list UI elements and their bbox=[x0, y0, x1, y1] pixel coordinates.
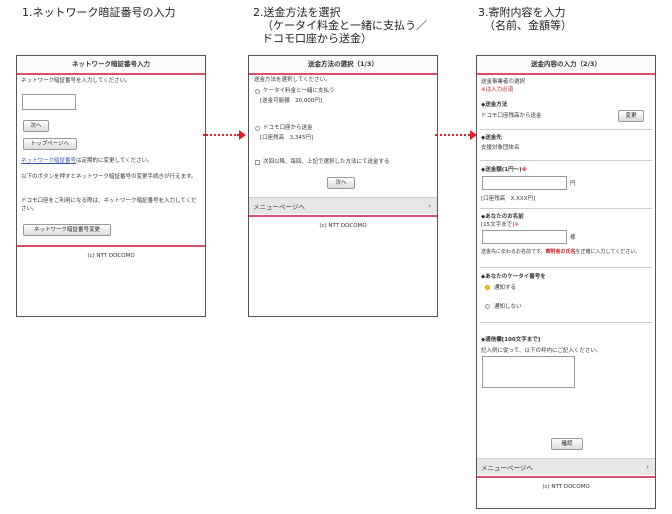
message-note: 記入例に従って、以下の枠内にご記入ください。 bbox=[481, 348, 602, 354]
screen3-rule-4 bbox=[480, 267, 652, 268]
name-limit-label: [15文字まで]※ bbox=[481, 221, 519, 229]
screen2-next-button[interactable]: 次へ bbox=[327, 177, 355, 189]
screen2-menu-link[interactable]: メニューページへ › bbox=[249, 198, 437, 214]
name-required-mark: ※ bbox=[514, 222, 519, 228]
screen1-header: ネットワーク暗証番号入力 bbox=[17, 56, 205, 75]
screen3-menu-link[interactable]: メニューページへ › bbox=[477, 459, 655, 475]
option2-detail: [口座残高 3,345円] bbox=[260, 135, 314, 141]
screen1-note2: ドコモ口座をご利用になる際は、ネットワーク暗証番号を入力してください。 bbox=[21, 198, 197, 212]
screen3-menu-label: メニューページへ bbox=[481, 464, 533, 472]
name-note: 送金先に伝わるお名前です。寄附者の氏名を正確に入力してください。 bbox=[481, 248, 655, 256]
name-note-suffix: を正確に入力してください。 bbox=[575, 249, 641, 255]
screen1-next-button[interactable]: 次へ bbox=[23, 120, 49, 132]
dest-value: 支援対象団体名 bbox=[481, 145, 520, 151]
screen3-rule-2 bbox=[480, 160, 652, 161]
notify-yes-radio[interactable] bbox=[485, 285, 490, 290]
amount-required-mark: ※ bbox=[521, 167, 527, 173]
option2-radio[interactable] bbox=[255, 126, 260, 131]
top-page-button[interactable]: トップページへ bbox=[23, 138, 77, 150]
screen2-footer-divider bbox=[249, 215, 437, 217]
dest-title: ◆送金先 bbox=[481, 135, 502, 141]
required-note: ※は入力必須 bbox=[481, 87, 514, 93]
phone-title: ◆あなたのケータイ番号を bbox=[481, 274, 546, 280]
password-link[interactable]: ネットワーク暗証番号 bbox=[21, 158, 76, 164]
screen1-instruction: ネットワーク暗証番号を入力してください。 bbox=[21, 78, 131, 84]
screen3-rule-3 bbox=[480, 208, 652, 209]
password-link-suffix: は定期的に変更してください。 bbox=[76, 158, 153, 164]
password-change-button[interactable]: ネットワーク暗証番号変更 bbox=[23, 224, 111, 236]
screen2-footer: (c) NTT DOCOMO bbox=[319, 223, 367, 229]
screen1-phone: ネットワーク暗証番号入力 ネットワーク暗証番号を入力してください。 次へ トップ… bbox=[16, 55, 206, 317]
step2-title: 2.送金方法を選択 bbox=[253, 6, 341, 19]
step2-subtitle-line1: （ケータイ料金と一緒に支払う／ bbox=[262, 19, 427, 32]
arrow-1-2 bbox=[203, 130, 247, 140]
method-title: ◆送金方法 bbox=[481, 102, 508, 108]
screen2-phone: 送金方法の選択（1/3） 送金方法を選択してください。 ケータイ料金と一緒に支払… bbox=[248, 55, 438, 317]
amount-input[interactable] bbox=[482, 176, 567, 190]
remember-checkbox[interactable] bbox=[255, 160, 260, 165]
screen2-chevron-right-icon: › bbox=[428, 202, 431, 210]
screen3-footer: (c) NTT DOCOMO bbox=[542, 484, 590, 490]
password-input[interactable] bbox=[22, 94, 76, 110]
screen3-rule-5 bbox=[480, 322, 652, 323]
balance-text: [口座残高 X,XXX円] bbox=[481, 196, 536, 202]
screen1-footer: (c) NTT DOCOMO bbox=[87, 253, 135, 259]
name-title: ◆あなたのお名前 bbox=[481, 214, 524, 220]
arrow-2-dots bbox=[435, 134, 470, 136]
option1-detail: [送金可能額 20,000円] bbox=[260, 98, 323, 104]
password-change-notice: ネットワーク暗証番号は定期的に変更してください。 bbox=[21, 157, 153, 165]
step3-subtitle: （名前、金額等） bbox=[484, 19, 572, 32]
notify-no-radio[interactable] bbox=[485, 304, 490, 309]
screen3-footer-divider bbox=[477, 476, 655, 478]
method-value: ドコモ口座残高から送金 bbox=[481, 113, 542, 119]
name-note-red: 寄附者の氏名 bbox=[545, 249, 576, 255]
option2-label: ドコモ口座から送金 bbox=[263, 125, 313, 131]
step3-title: 3.寄附内容を入力 bbox=[478, 6, 566, 19]
arrow-1-head bbox=[239, 130, 246, 140]
screen2-instruction: 送金方法を選択してください。 bbox=[254, 77, 331, 83]
name-note-prefix: 送金先に伝わるお名前です。 bbox=[481, 249, 546, 255]
arrow-1-dots bbox=[203, 134, 239, 136]
recipient-title: 送金事業者の選択 bbox=[481, 79, 526, 85]
message-title: ◆通信欄[100文字まで] bbox=[481, 337, 541, 343]
screen3-phone: 送金内容の入力（2/3） 送金事業者の選択 ※は入力必須 ◆送金方法 ドコモ口座… bbox=[476, 55, 656, 509]
screen1-divider bbox=[17, 245, 205, 247]
remember-label: 次回以降、毎回、上記で選択した方法にて送金する bbox=[263, 159, 390, 165]
screen3-chevron-right-icon: › bbox=[646, 463, 649, 471]
arrow-2-3 bbox=[435, 130, 479, 140]
step2-subtitle-line2: ドコモ口座から送金） bbox=[262, 32, 372, 45]
notify-no-label: 通知しない bbox=[494, 304, 522, 310]
option1-label: ケータイ料金と一緒に支払う bbox=[263, 88, 335, 94]
name-limit-text: [15文字まで] bbox=[481, 222, 515, 228]
step1-title: 1.ネットワーク暗証番号の入力 bbox=[22, 6, 176, 19]
notify-yes-label: 通知する bbox=[494, 285, 517, 291]
message-textarea[interactable] bbox=[482, 356, 575, 388]
option1-radio[interactable] bbox=[255, 89, 260, 94]
confirm-button[interactable]: 確認 bbox=[551, 438, 583, 450]
screen2-header: 送金方法の選択（1/3） bbox=[249, 56, 437, 75]
amount-title-text: ◆送金額(1円～) bbox=[481, 167, 522, 173]
screen1-note1: 以下のボタンを押すとネットワーク暗証番号の変更手続きが行えます。 bbox=[21, 174, 197, 180]
method-change-button[interactable]: 変更 bbox=[618, 110, 644, 122]
name-suffix: 様 bbox=[570, 235, 576, 241]
amount-title: ◆送金額(1円～)※ bbox=[481, 166, 527, 174]
amount-unit: 円 bbox=[570, 181, 576, 187]
screen3-header: 送金内容の入力（2/3） bbox=[477, 56, 655, 75]
screen3-rule-1 bbox=[480, 129, 652, 130]
name-input[interactable] bbox=[482, 230, 567, 244]
screen2-menu-label: メニューページへ bbox=[253, 203, 305, 211]
